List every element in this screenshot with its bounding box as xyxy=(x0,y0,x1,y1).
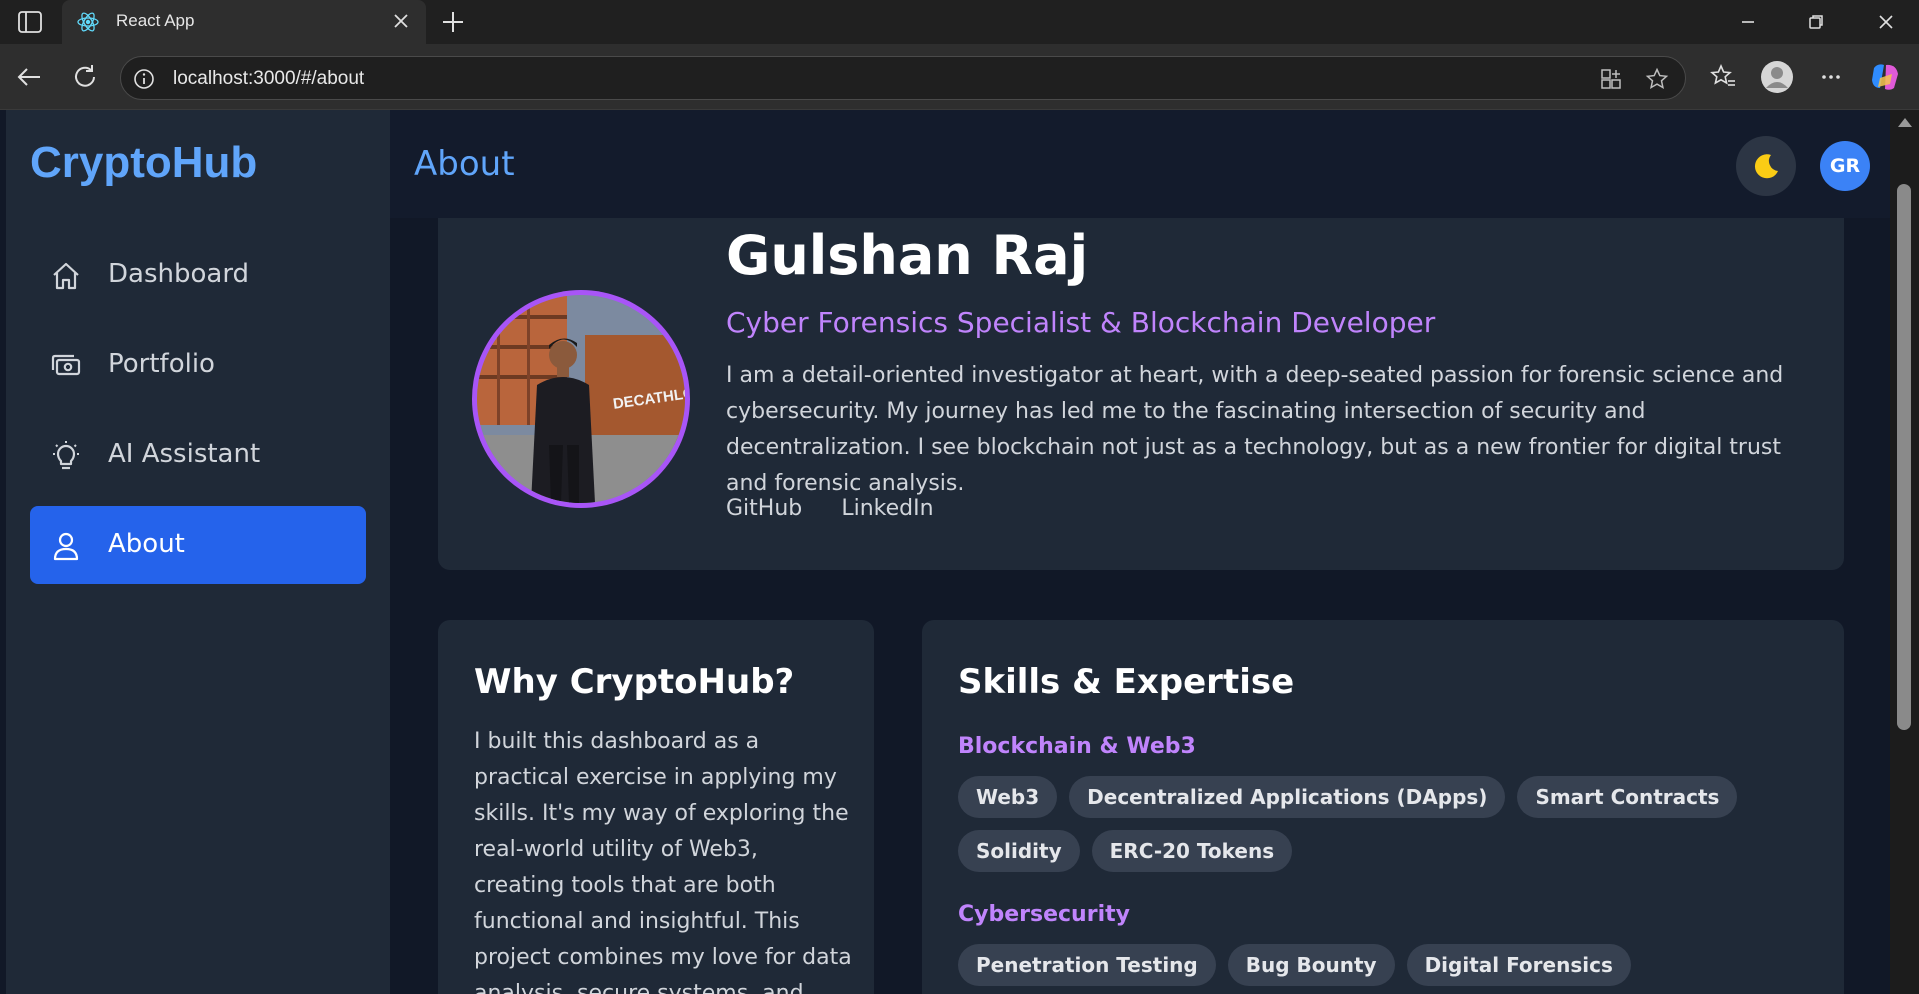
skill-chip: Solidity xyxy=(958,830,1080,872)
user-icon xyxy=(53,532,79,561)
why-cryptohub-card: Why CryptoHub? I built this dashboard as… xyxy=(438,620,874,994)
copilot-icon[interactable] xyxy=(1868,60,1902,94)
scrollbar-thumb[interactable] xyxy=(1897,184,1911,730)
close-tab-icon[interactable] xyxy=(390,10,412,32)
favorites-icon[interactable] xyxy=(1708,62,1738,92)
skill-group-title: Blockchain & Web3 xyxy=(958,734,1196,759)
sidebar-item-label: AI Assistant xyxy=(108,439,261,469)
skill-chip-list: Web3 Decentralized Applications (DApps) … xyxy=(958,776,1818,872)
page-scrollbar[interactable] xyxy=(1890,110,1919,994)
profile-card: DECATHLON Gulshan Raj Cyber Forensics Sp… xyxy=(438,218,1844,570)
about-content: DECATHLON Gulshan Raj Cyber Forensics Sp… xyxy=(390,218,1890,994)
sidebar-item-portfolio[interactable]: Portfolio xyxy=(30,326,366,404)
skills-title: Skills & Expertise xyxy=(958,662,1295,702)
address-bar[interactable]: localhost:3000/#/about xyxy=(120,56,1686,100)
more-options-icon[interactable] xyxy=(1816,62,1846,92)
app-header: About GR xyxy=(390,110,1890,218)
skill-chip: Digital Forensics xyxy=(1406,944,1631,986)
theme-toggle-button[interactable] xyxy=(1736,136,1796,196)
favorite-star-icon[interactable] xyxy=(1645,67,1669,91)
reload-icon[interactable] xyxy=(70,62,100,92)
tab-title: React App xyxy=(116,11,195,30)
profile-bio: I am a detail-oriented investigator at h… xyxy=(726,363,1784,496)
profile-role: Cyber Forensics Specialist & Blockchain … xyxy=(726,306,1436,339)
minimize-icon[interactable] xyxy=(1734,10,1762,34)
user-avatar[interactable]: GR xyxy=(1820,141,1870,191)
why-cryptohub-title: Why CryptoHub? xyxy=(474,662,795,702)
sidebar-item-label: Portfolio xyxy=(108,349,215,379)
skill-chip: Web3 xyxy=(958,776,1058,818)
linkedin-link[interactable]: LinkedIn xyxy=(841,496,933,521)
skill-chip: Decentralized Applications (DApps) xyxy=(1069,776,1506,818)
sidebar: CryptoHub Dashboard Portfolio AI Assista… xyxy=(6,110,390,994)
skill-chip: Smart Contracts xyxy=(1517,776,1738,818)
skill-group-title: Cybersecurity xyxy=(958,902,1130,927)
sidebar-item-dashboard[interactable]: Dashboard xyxy=(30,236,366,314)
skill-chip: Penetration Testing xyxy=(958,944,1216,986)
app-root: CryptoHub Dashboard Portfolio AI Assista… xyxy=(0,110,1919,994)
skill-chip: ERC-20 Tokens xyxy=(1091,830,1293,872)
cash-icon xyxy=(51,354,81,376)
close-window-icon[interactable] xyxy=(1872,10,1900,34)
brand-logo[interactable]: CryptoHub xyxy=(30,138,257,188)
profile-icon[interactable] xyxy=(1760,60,1794,94)
site-info-icon[interactable] xyxy=(133,68,155,90)
skills-card: Skills & Expertise Blockchain & Web3 Web… xyxy=(922,620,1844,994)
sidebar-item-about[interactable]: About xyxy=(30,506,366,584)
sidebar-item-ai-assistant[interactable]: AI Assistant xyxy=(30,416,366,494)
profile-name: Gulshan Raj xyxy=(726,224,1089,287)
sidebar-item-label: About xyxy=(108,529,185,559)
profile-photo: DECATHLON xyxy=(477,295,685,503)
react-logo-icon xyxy=(77,12,99,32)
browser-toolbar: localhost:3000/#/about xyxy=(0,44,1919,110)
app-available-icon[interactable] xyxy=(1599,67,1623,91)
lightbulb-icon xyxy=(53,441,79,470)
moon-icon xyxy=(1754,154,1778,179)
new-tab-icon[interactable] xyxy=(440,9,466,35)
sidebar-item-label: Dashboard xyxy=(108,259,250,289)
back-arrow-icon[interactable] xyxy=(14,62,44,92)
profile-photo-frame: DECATHLON xyxy=(472,290,690,508)
page-title: About xyxy=(414,144,515,184)
browser-tab[interactable]: React App xyxy=(62,0,426,44)
home-icon xyxy=(53,262,79,290)
why-cryptohub-text: I built this dashboard as a practical ex… xyxy=(474,729,852,994)
restore-icon[interactable] xyxy=(1802,10,1830,34)
github-link[interactable]: GitHub xyxy=(726,496,802,521)
profile-links: GitHub LinkedIn xyxy=(726,496,968,521)
skill-chip-list: Penetration Testing Bug Bounty Digital F… xyxy=(958,944,1818,986)
url-text: localhost:3000/#/about xyxy=(173,68,365,89)
scroll-up-arrow-icon[interactable] xyxy=(1898,118,1912,127)
browser-tab-bar: React App xyxy=(0,0,1919,44)
person-photo-icon: DECATHLON xyxy=(477,295,685,503)
skill-chip: Bug Bounty xyxy=(1227,944,1395,986)
sidebar-toggle-icon[interactable] xyxy=(18,11,42,33)
